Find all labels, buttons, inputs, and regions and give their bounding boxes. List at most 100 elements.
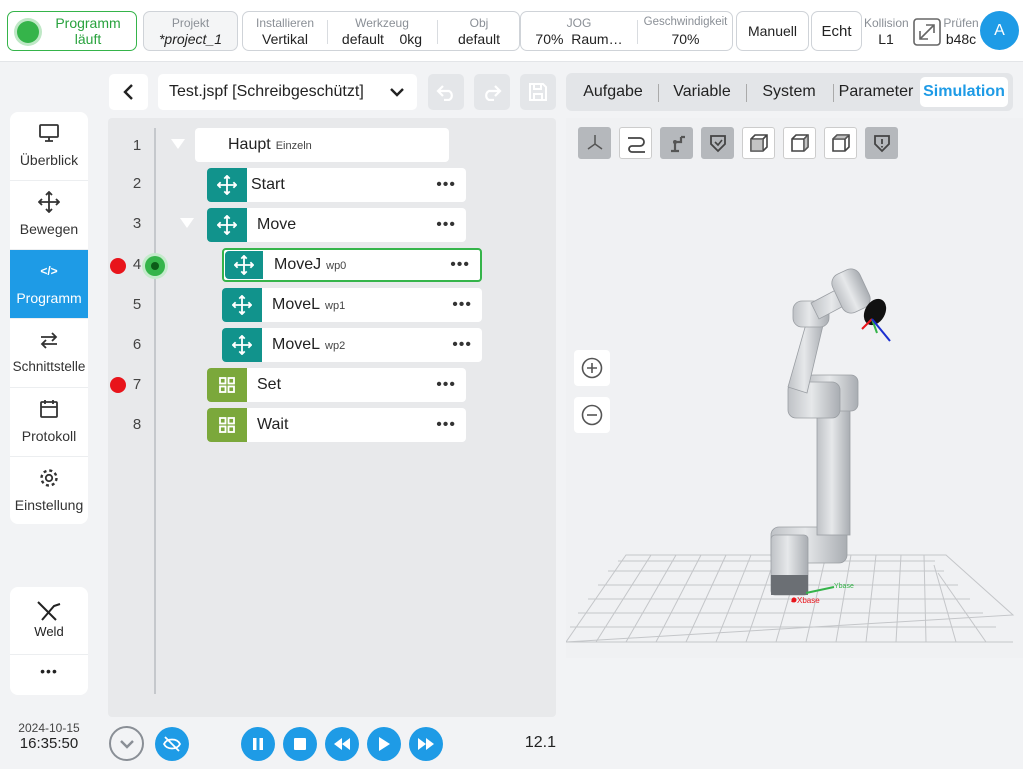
robot-3d-scene: Xbase Ybase xyxy=(566,268,1015,643)
more-apps-button[interactable]: ••• xyxy=(10,663,88,679)
view-robot-button[interactable] xyxy=(660,127,693,159)
tab-simulation[interactable]: Simulation xyxy=(920,77,1008,107)
tree-node-start[interactable]: Start ••• xyxy=(207,168,466,202)
sidebar-item-settings[interactable]: Einstellung xyxy=(10,457,88,524)
line-number: 3 xyxy=(132,215,142,232)
install-label: Installieren xyxy=(255,16,315,30)
view-axes-button[interactable] xyxy=(578,127,611,159)
rewind-button[interactable] xyxy=(325,727,359,761)
collapse-panel-button[interactable] xyxy=(109,726,144,761)
tree-node-main[interactable]: Haupt Einzeln xyxy=(195,128,449,162)
project-selector[interactable]: Projekt *project_1 xyxy=(143,11,238,51)
tree-node-set[interactable]: Set ••• xyxy=(207,368,466,402)
line-number: 6 xyxy=(132,336,142,353)
redo-icon xyxy=(485,85,502,101)
speed-cell[interactable]: Geschwindigkeit 70% xyxy=(639,12,732,50)
file-selector[interactable]: Test.jspf [Schreibgeschützt] xyxy=(158,74,417,110)
tree-node-move[interactable]: Move ••• xyxy=(207,208,466,242)
undo-icon xyxy=(436,85,453,101)
user-avatar[interactable]: A xyxy=(980,11,1019,50)
collapse-triangle-icon[interactable] xyxy=(170,138,186,150)
sidebar-item-interface[interactable]: Schnittstelle xyxy=(10,319,88,388)
tab-task[interactable]: Aufgabe xyxy=(566,73,660,111)
play-button[interactable] xyxy=(367,727,401,761)
fast-forward-icon xyxy=(418,738,434,750)
date-text: 2024-10-15 xyxy=(18,721,80,735)
sidebar-item-overview[interactable]: Überblick xyxy=(10,112,88,181)
tree-node-movej-active[interactable]: MoveJ wp0 ••• xyxy=(222,248,482,282)
view-side-button[interactable] xyxy=(783,127,816,159)
sidebar-item-log[interactable]: Protokoll xyxy=(10,388,88,457)
tree-node-movel-1[interactable]: MoveL wp1 ••• xyxy=(222,288,482,322)
view-front-button[interactable] xyxy=(742,127,775,159)
sidebar-item-weld[interactable]: Weld xyxy=(10,587,88,655)
right-tab-bar: Aufgabe Variable System Parameter Simula… xyxy=(566,73,1013,111)
line-number: 2 xyxy=(132,175,142,192)
current-line-indicator xyxy=(145,256,165,276)
back-button[interactable] xyxy=(109,74,148,110)
stop-button[interactable] xyxy=(283,727,317,761)
path-icon xyxy=(627,137,645,153)
tree-gutter-line xyxy=(154,128,156,694)
line-number: 8 xyxy=(132,416,142,433)
collision-cell[interactable]: Kollision L1 xyxy=(864,12,909,50)
manual-mode-button[interactable]: Manuell xyxy=(736,11,809,51)
line-number: 5 xyxy=(132,296,142,313)
node-more-button[interactable]: ••• xyxy=(450,256,470,274)
tab-system[interactable]: System xyxy=(746,73,832,111)
view-top-button[interactable] xyxy=(824,127,857,159)
cube-top-icon xyxy=(831,134,850,152)
view-shield-button[interactable] xyxy=(701,127,734,159)
status-line1: Programm xyxy=(55,15,121,31)
jog-cell[interactable]: JOG 70% Raum… xyxy=(523,12,635,50)
node-more-button[interactable]: ••• xyxy=(436,376,456,394)
tab-parameter[interactable]: Parameter xyxy=(834,73,918,111)
node-more-button[interactable]: ••• xyxy=(452,296,472,314)
gear-icon xyxy=(40,469,58,487)
node-sub: wp0 xyxy=(326,260,347,272)
code-icon: </> xyxy=(40,264,58,278)
speed-label: Geschwindigkeit xyxy=(643,16,728,28)
save-button[interactable] xyxy=(520,74,556,110)
node-name: Wait xyxy=(257,416,289,433)
node-more-button[interactable]: ••• xyxy=(452,336,472,354)
install-cell[interactable]: Installieren Vertikal xyxy=(245,12,325,50)
shield-alert-icon xyxy=(873,135,890,153)
node-sub: wp1 xyxy=(325,300,346,312)
view-path-button[interactable] xyxy=(619,127,652,159)
real-mode-button[interactable]: Echt xyxy=(811,11,862,51)
tree-node-wait[interactable]: Wait ••• xyxy=(207,408,466,442)
node-name: MoveL xyxy=(272,336,321,353)
top-bar: Programm läuft Projekt *project_1 Install… xyxy=(0,0,1023,62)
fast-forward-button[interactable] xyxy=(409,727,443,761)
tab-variable[interactable]: Variable xyxy=(660,73,744,111)
node-more-button[interactable]: ••• xyxy=(436,216,456,234)
sidebar-item-move[interactable]: Bewegen xyxy=(10,181,88,250)
breakpoint-marker[interactable] xyxy=(110,377,126,393)
obj-cell[interactable]: Obj default xyxy=(439,12,519,50)
time-text: 16:35:50 xyxy=(19,735,79,752)
node-more-button[interactable]: ••• xyxy=(436,416,456,434)
shield-check-icon xyxy=(709,135,726,153)
rewind-icon xyxy=(334,738,350,750)
base-x-label: Xbase xyxy=(797,596,820,605)
expand-icon[interactable] xyxy=(912,17,942,47)
program-status[interactable]: Programm läuft xyxy=(7,11,137,51)
move-icon xyxy=(207,208,247,242)
breakpoint-marker[interactable] xyxy=(110,258,126,274)
sidebar-secondary: Weld ••• xyxy=(10,587,88,695)
node-more-button[interactable]: ••• xyxy=(436,176,456,194)
collapse-triangle-icon[interactable] xyxy=(179,217,195,229)
pause-button[interactable] xyxy=(241,727,275,761)
running-indicator-icon xyxy=(17,21,39,43)
hide-view-button[interactable] xyxy=(155,727,189,761)
sidebar-item-program[interactable]: </> Programm xyxy=(10,250,88,319)
tree-node-movel-2[interactable]: MoveL wp2 ••• xyxy=(222,328,482,362)
undo-button[interactable] xyxy=(428,74,464,110)
chevron-left-icon xyxy=(122,84,133,100)
check-cell[interactable]: Prüfen b48c xyxy=(942,12,980,50)
tool-cell[interactable]: Werkzeug default 0kg xyxy=(329,12,435,50)
grid-icon xyxy=(207,368,247,402)
redo-button[interactable] xyxy=(474,74,510,110)
view-safety-button[interactable] xyxy=(865,127,898,159)
